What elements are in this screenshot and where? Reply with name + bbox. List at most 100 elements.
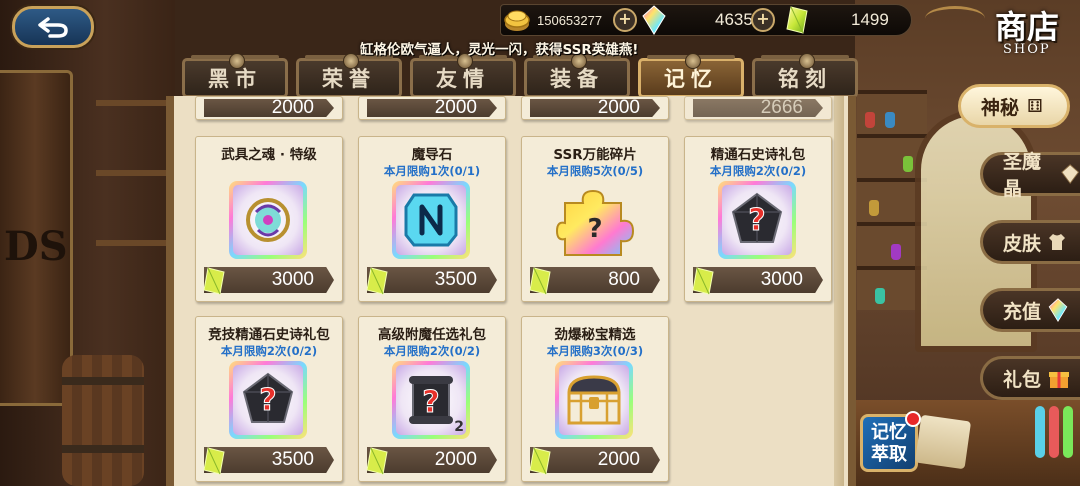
mystery-gem-icon: ? xyxy=(242,372,294,423)
gold-currency: 150653277 xyxy=(503,5,602,35)
purchase-limit: 本月限购5次(0/5) xyxy=(546,164,644,178)
tab-equipment[interactable]: 装备 xyxy=(524,53,630,98)
item-price: 2000 xyxy=(271,97,314,118)
purchase-limit: 本月限购3次(0/3) xyxy=(546,344,644,358)
wall-shelf xyxy=(96,170,175,176)
item-icon-frame: ? xyxy=(555,185,635,261)
side-nav-skin[interactable]: 皮肤 xyxy=(980,220,1080,264)
dice-icon: ⚅ xyxy=(1027,95,1043,117)
item-card[interactable]: 魔导石 本月限购1次(0/1) 3500 xyxy=(358,136,506,302)
magic-stone-icon xyxy=(404,193,458,247)
rainbow-gem-icon xyxy=(1048,298,1068,322)
item-icon-frame: ? 2 xyxy=(392,361,470,439)
memory-gem-currency: 1499 xyxy=(783,5,889,35)
shop-subtitle: SHOP xyxy=(1003,42,1051,57)
add-gold-button[interactable]: + xyxy=(613,8,637,32)
item-price: 2000 xyxy=(434,97,477,118)
rainbow-gem-add[interactable]: + xyxy=(751,5,775,35)
svg-text:?: ? xyxy=(422,385,439,420)
item-card[interactable]: SSR万能碎片 本月限购5次(0/5) ? 800 xyxy=(521,136,669,302)
weapon-soul-icon xyxy=(246,198,290,242)
purchase-limit: 本月限购2次(0/2) xyxy=(383,344,481,358)
add-rainbow-gem-button[interactable]: + xyxy=(751,8,775,32)
back-arrow-icon xyxy=(38,17,68,38)
svg-text:?: ? xyxy=(587,214,602,244)
rainbow-gem-amount: 4635 xyxy=(715,10,753,29)
memory-gem-icon xyxy=(529,447,551,475)
tab-memory[interactable]: 记忆 xyxy=(638,53,744,98)
item-card[interactable]: 2000 xyxy=(358,96,506,120)
price-bar: 2000 xyxy=(367,99,497,117)
background-left-scene: DS xyxy=(0,0,175,486)
purchase-limit: 本月限购1次(0/1) xyxy=(383,164,481,178)
item-icon-frame xyxy=(229,181,307,259)
tab-honor[interactable]: 荣誉 xyxy=(296,53,402,98)
gold-add[interactable]: + xyxy=(613,5,637,35)
side-nav-recharge[interactable]: 充值 xyxy=(980,288,1080,332)
memory-gem-icon xyxy=(366,447,388,475)
rainbow-gem-currency: 4635 xyxy=(641,5,753,35)
carved-pillar: DS xyxy=(0,70,73,406)
announcement-marquee: 缸格伦欧气逼人，灵光一闪，获得SSR英雄燕! xyxy=(360,42,639,58)
tab-friendship[interactable]: 友情 xyxy=(410,53,516,98)
svg-text:?: ? xyxy=(748,203,765,238)
memory-extract-button[interactable]: 记忆 萃取 xyxy=(860,411,921,472)
side-nav-gift-pack[interactable]: 礼包 xyxy=(980,356,1080,400)
svg-text:?: ? xyxy=(259,383,276,418)
item-card[interactable]: 竞技精通石史诗礼包 本月限购2次(0/2) ? 3500 xyxy=(195,316,343,482)
item-price: 3000 xyxy=(760,269,803,290)
item-card[interactable]: 精通石史诗礼包 本月限购2次(0/2) ? 3000 xyxy=(684,136,832,302)
item-card-sold-out[interactable]: 2666 xyxy=(684,96,832,120)
memory-extract-label-2: 萃取 xyxy=(871,444,907,465)
side-nav-holy-crystal[interactable]: 圣魔晶 xyxy=(980,151,1080,200)
item-card[interactable]: 2000 xyxy=(195,96,343,120)
memory-gem-icon xyxy=(786,6,808,34)
item-card[interactable]: 劲爆秘宝精选 本月限购3次(0/3) 2000 xyxy=(521,316,669,482)
memory-gem-icon xyxy=(203,447,225,475)
potion-bottle xyxy=(865,112,875,128)
item-card[interactable]: 武具之魂 · 特级 3000 xyxy=(195,136,343,302)
tab-inscription[interactable]: 铭刻 xyxy=(752,53,858,98)
item-icon-frame xyxy=(392,181,470,259)
item-name: SSR万能碎片 xyxy=(553,147,637,163)
potion-bottle xyxy=(885,112,895,128)
purchase-limit: 本月限购2次(0/2) xyxy=(220,344,318,358)
potion-bottle xyxy=(869,200,879,216)
memory-gem-amount: 1499 xyxy=(851,10,889,29)
item-icon-frame: ? xyxy=(718,181,796,259)
price-bar: 2000 xyxy=(530,99,660,117)
back-button[interactable] xyxy=(12,6,94,48)
test-tubes xyxy=(1033,398,1080,458)
item-icon-frame xyxy=(555,361,633,439)
memory-gem-icon xyxy=(692,267,714,295)
item-price: 2000 xyxy=(434,449,477,470)
wall-shelf xyxy=(96,240,175,246)
item-quantity: 2 xyxy=(454,419,464,435)
memory-gem-icon xyxy=(203,267,225,295)
item-name: 武具之魂 · 特级 xyxy=(221,147,317,163)
panel-scrollbar[interactable] xyxy=(834,96,844,486)
potion-bottle xyxy=(903,156,913,172)
mystery-scroll-icon: ? xyxy=(409,376,453,424)
currency-bar: 150653277 + 4635 + 1499 xyxy=(500,4,912,36)
side-nav-mystery[interactable]: 神秘 ⚅ xyxy=(958,84,1070,128)
item-name: 劲爆秘宝精选 xyxy=(554,327,636,343)
item-price: 3500 xyxy=(434,269,477,290)
price-bar: 2000 xyxy=(204,99,334,117)
purchase-limit: 本月限购2次(0/2) xyxy=(709,164,807,178)
item-name: 竞技精通石史诗礼包 xyxy=(208,327,330,343)
item-price: 2000 xyxy=(597,449,640,470)
item-card[interactable]: 高级附魔任选礼包 本月限购2次(0/2) ? 2 2000 xyxy=(358,316,506,482)
wall-shelf xyxy=(96,100,175,106)
item-price: 800 xyxy=(608,269,640,290)
tab-black-market[interactable]: 黑市 xyxy=(182,53,288,98)
side-nav-label: 充值 xyxy=(1003,300,1042,323)
price-bar: 2666 xyxy=(693,99,823,117)
item-name: 高级附魔任选礼包 xyxy=(378,327,486,343)
memory-gem-icon xyxy=(529,267,551,295)
item-price: 2666 xyxy=(760,97,803,118)
shirt-icon xyxy=(1049,234,1066,250)
gift-box-icon xyxy=(1049,372,1070,388)
item-card[interactable]: 2000 xyxy=(521,96,669,120)
item-price: 3000 xyxy=(271,269,314,290)
